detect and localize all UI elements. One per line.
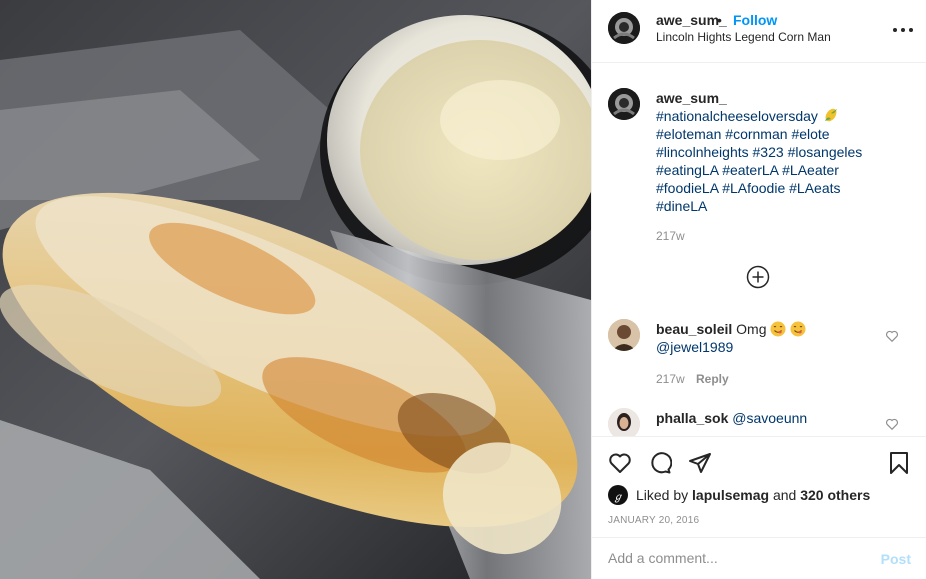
- likes-summary: ℊ Liked by lapulsemag and 320 others: [608, 485, 870, 505]
- hashtag-link[interactable]: #LAeats: [789, 180, 840, 196]
- post-actions: ℊ Liked by lapulsemag and 320 others JAN…: [592, 436, 926, 578]
- comment-like-heart-icon[interactable]: [885, 329, 899, 343]
- post-header: awe_sum_ • Follow Lincoln Hights Legend …: [592, 0, 926, 63]
- hashtag-link[interactable]: #eloteman: [656, 126, 721, 142]
- comment-username[interactable]: phalla_sok: [656, 410, 728, 426]
- hashtag-link[interactable]: #losangeles: [788, 144, 863, 160]
- caption-timestamp[interactable]: 217w: [656, 229, 685, 243]
- hashtag-link[interactable]: #LAfoodie: [722, 180, 785, 196]
- post-side-panel: awe_sum_ • Follow Lincoln Hights Legend …: [591, 0, 926, 579]
- hashtag-link[interactable]: #eaterLA: [722, 162, 778, 178]
- caption-username[interactable]: awe_sum_: [656, 89, 906, 107]
- hashtag-link[interactable]: #323: [753, 144, 784, 160]
- likes-others-link[interactable]: 320 others: [800, 487, 870, 503]
- reply-button[interactable]: Reply: [696, 372, 729, 386]
- comment-text: Omg: [736, 321, 767, 337]
- hashtag-link[interactable]: #lincolnheights: [656, 144, 749, 160]
- caption-avatar-image: [608, 88, 640, 120]
- commenter-avatar-image: [608, 408, 640, 436]
- save-bookmark-icon[interactable]: [887, 451, 911, 475]
- post-photo[interactable]: [0, 0, 591, 579]
- hashtag-link[interactable]: #foodieLA: [656, 180, 718, 196]
- post-date[interactable]: JANUARY 20, 2016: [608, 515, 699, 526]
- comment-bubble-icon[interactable]: [648, 451, 672, 475]
- likes-joiner: and: [772, 487, 797, 503]
- commenter-avatar[interactable]: [608, 408, 640, 436]
- yum-emoji-icon: [790, 321, 806, 337]
- hashtag-link[interactable]: #dineLA: [656, 198, 707, 214]
- instagram-post-modal: awe_sum_ • Follow Lincoln Hights Legend …: [0, 0, 926, 579]
- liker-username[interactable]: lapulsemag: [692, 487, 769, 503]
- caption-avatar[interactable]: [608, 88, 640, 120]
- hashtag-link[interactable]: #cornman: [725, 126, 787, 142]
- like-heart-icon[interactable]: [608, 451, 632, 475]
- comments-section[interactable]: awe_sum_ #nationalcheeseloversday #elote…: [592, 64, 926, 436]
- comment-mention[interactable]: @savoeunn: [732, 410, 807, 426]
- comment-item: beau_soleil Omg @jewel1989: [656, 320, 876, 356]
- post-location[interactable]: Lincoln Hights Legend Corn Man: [656, 30, 831, 44]
- commenter-avatar[interactable]: [608, 319, 640, 351]
- follow-button[interactable]: Follow: [733, 12, 777, 28]
- comment-like-heart-icon[interactable]: [885, 417, 899, 431]
- comment-item: phalla_sok @savoeunn: [656, 409, 807, 427]
- share-paper-plane-icon[interactable]: [688, 451, 712, 475]
- elote-corn-photo: [0, 0, 591, 579]
- separator-dot: •: [717, 12, 722, 28]
- load-more-comments-icon[interactable]: [746, 265, 770, 289]
- commenter-avatar-image: [608, 319, 640, 351]
- post-comment-button[interactable]: Post: [881, 551, 911, 567]
- author-avatar[interactable]: [608, 12, 640, 44]
- add-comment-bar: Post: [592, 537, 926, 579]
- author-avatar-image: [608, 12, 640, 44]
- more-options-icon[interactable]: [893, 20, 913, 40]
- liker-avatar[interactable]: ℊ: [608, 485, 628, 505]
- comment-mention[interactable]: @jewel1989: [656, 339, 733, 355]
- yum-emoji-icon: [770, 321, 786, 337]
- comment-timestamp[interactable]: 217w: [656, 372, 685, 386]
- hashtag-link[interactable]: #elote: [791, 126, 829, 142]
- likes-prefix: Liked by: [636, 487, 689, 503]
- post-caption: awe_sum_ #nationalcheeseloversday #elote…: [656, 89, 906, 215]
- corn-emoji-icon: [824, 108, 837, 122]
- add-comment-input[interactable]: [608, 550, 858, 566]
- hashtag-link[interactable]: #nationalcheeseloversday: [656, 108, 818, 124]
- hashtag-link[interactable]: #LAeater: [782, 162, 839, 178]
- comment-username[interactable]: beau_soleil: [656, 321, 732, 337]
- hashtag-link[interactable]: #eatingLA: [656, 162, 718, 178]
